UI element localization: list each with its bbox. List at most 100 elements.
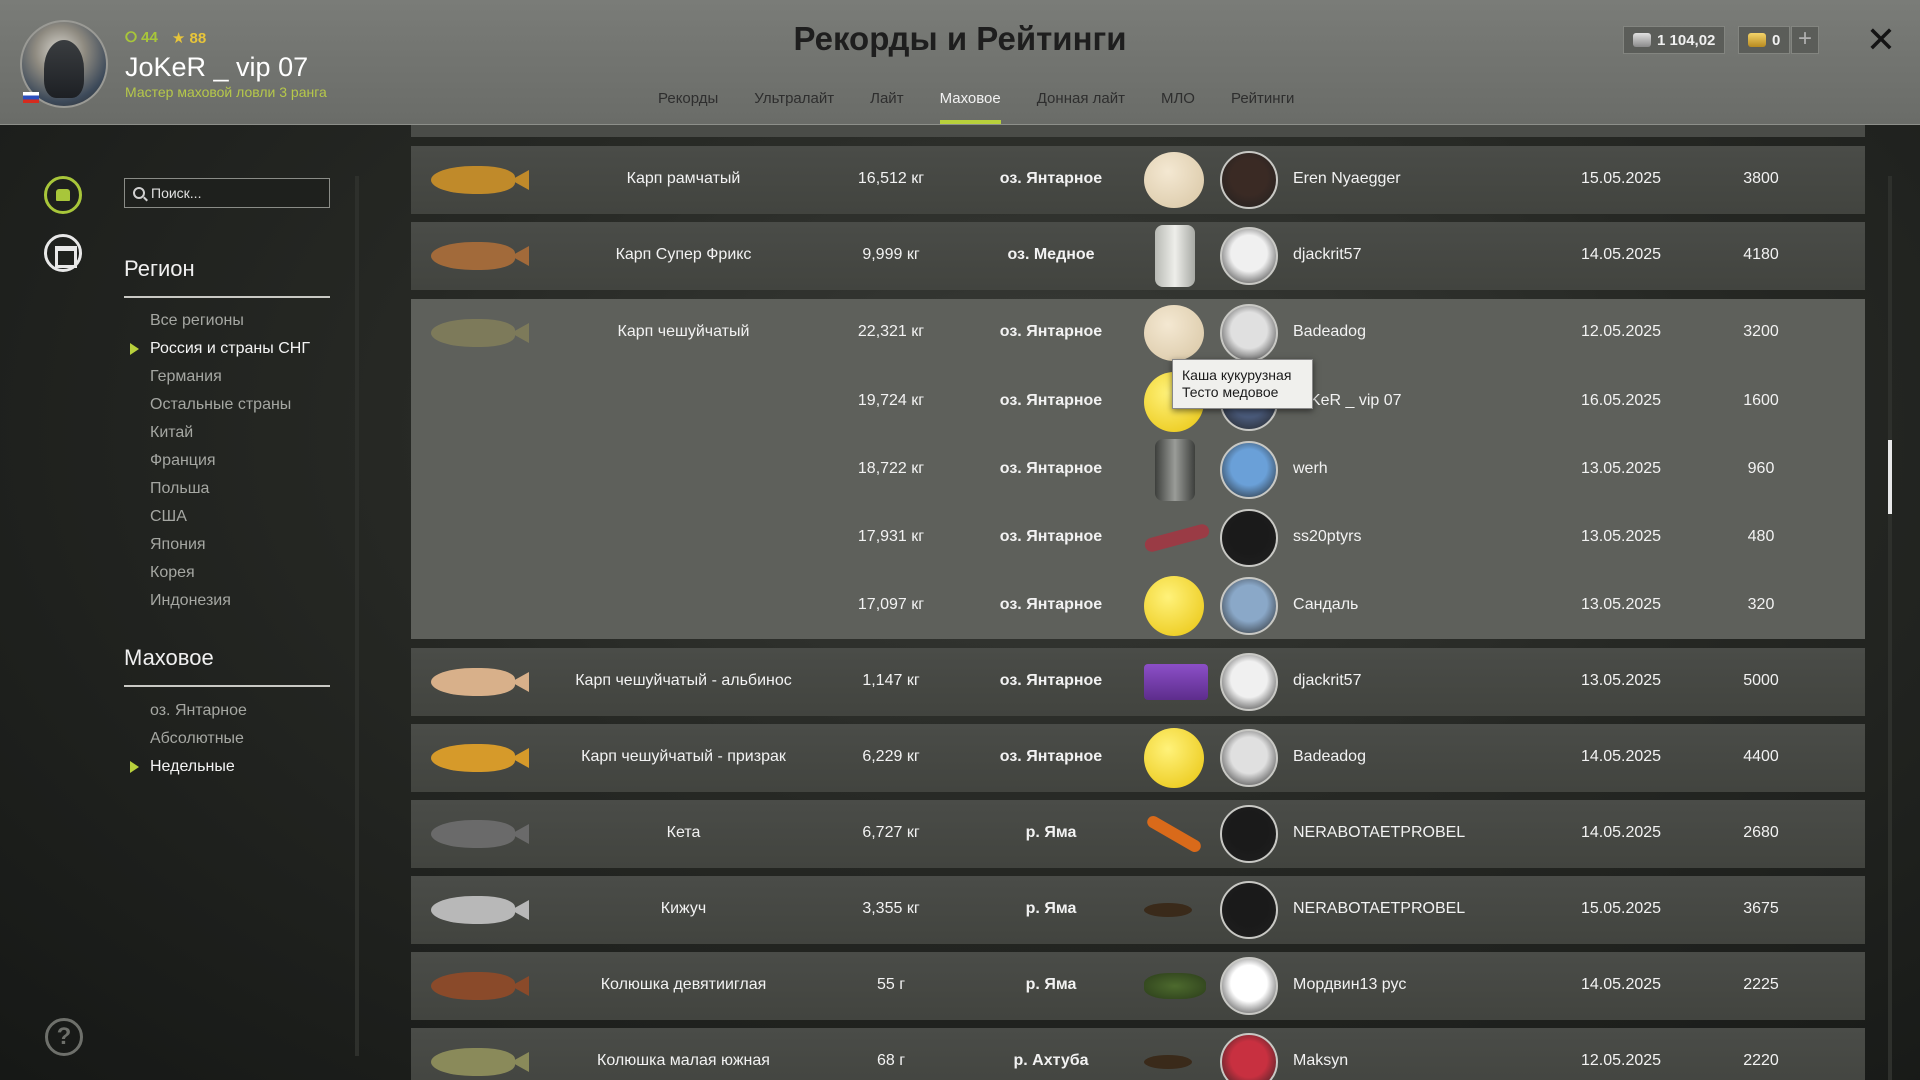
record-location: оз. Янтарное xyxy=(999,596,1103,613)
record-location: р. Яма xyxy=(1025,976,1077,993)
fish-image-icon xyxy=(431,668,529,696)
bait-icon[interactable] xyxy=(1144,903,1192,917)
russia-flag-icon xyxy=(23,92,39,103)
player-name: Maksyn xyxy=(1293,1052,1349,1069)
fish-weight: 6,727 кг xyxy=(862,824,920,841)
bait-icon[interactable] xyxy=(1144,1055,1192,1069)
fish-weight: 18,722 кг xyxy=(857,460,925,477)
silver-coin-icon xyxy=(1633,33,1651,47)
tab-ultralight[interactable]: Ультралайт xyxy=(736,88,852,124)
record-date: 14.05.2025 xyxy=(1580,246,1662,263)
fish-weight: 6,229 кг xyxy=(862,748,920,765)
record-location: оз. Янтарное xyxy=(999,672,1103,689)
fish-image-icon xyxy=(431,242,529,270)
filter-item-yantarnoe[interactable]: оз. Янтарное xyxy=(150,700,247,728)
region-item-indonesia[interactable]: Индонезия xyxy=(150,590,310,618)
scrollbar-thumb[interactable] xyxy=(1888,440,1892,514)
bait-icon[interactable] xyxy=(1144,576,1204,636)
filter-item-absolute[interactable]: Абсолютные xyxy=(150,728,247,756)
tab-records[interactable]: Рекорды xyxy=(640,88,736,124)
bait-icon[interactable] xyxy=(1155,225,1195,287)
player-avatar[interactable] xyxy=(1220,805,1278,863)
tab-float[interactable]: Маховое xyxy=(922,88,1019,124)
player-avatar[interactable] xyxy=(1220,577,1278,635)
tab-bottom-light[interactable]: Донная лайт xyxy=(1019,88,1143,124)
record-date: 16.05.2025 xyxy=(1580,392,1662,409)
tab-light[interactable]: Лайт xyxy=(852,88,921,124)
region-item-usa[interactable]: США xyxy=(150,506,310,534)
region-list: Все регионы Россия и страны СНГ Германия… xyxy=(130,310,310,618)
gold-coin-icon xyxy=(1748,33,1766,47)
search-field[interactable] xyxy=(124,178,330,208)
bait-icon[interactable] xyxy=(1144,664,1208,700)
fish-weight: 16,512 кг xyxy=(857,170,925,187)
region-item-poland[interactable]: Польша xyxy=(150,478,310,506)
fish-image-icon xyxy=(431,896,529,924)
bait-icon[interactable] xyxy=(1144,973,1206,999)
region-item-russia-cis[interactable]: Россия и страны СНГ xyxy=(130,338,310,366)
region-item-korea[interactable]: Корея xyxy=(150,562,310,590)
player-avatar[interactable] xyxy=(1220,653,1278,711)
rank-text: Мастер маховой ловли 3 ранга xyxy=(125,84,327,100)
player-name: Badeadog xyxy=(1293,748,1366,765)
sidebar-scrollbar[interactable] xyxy=(355,176,359,1056)
category-tabs: Рекорды Ультралайт Лайт Маховое Донная л… xyxy=(640,88,1312,124)
fish-weight: 1,147 кг xyxy=(862,672,920,689)
silver-balance: 1 104,02 xyxy=(1623,26,1726,54)
region-heading: Регион xyxy=(124,256,330,298)
help-icon[interactable]: ? xyxy=(45,1018,83,1056)
archive-icon[interactable] xyxy=(44,234,82,272)
fish-weight: 3,355 кг xyxy=(862,900,920,917)
table-scrollbar[interactable] xyxy=(1888,176,1892,1080)
record-date: 15.05.2025 xyxy=(1580,900,1662,917)
fish-weight: 68 г xyxy=(876,1052,906,1069)
record-points: 960 xyxy=(1747,460,1775,477)
fish-name: Карп чешуйчатый - призрак xyxy=(581,748,786,765)
bait-icon[interactable] xyxy=(1144,152,1204,208)
method-heading: Маховое xyxy=(124,645,330,687)
fish-image-icon xyxy=(431,1048,529,1076)
add-currency-button[interactable]: + xyxy=(1791,26,1819,54)
record-points: 3800 xyxy=(1743,170,1779,187)
tab-ratings[interactable]: Рейтинги xyxy=(1213,88,1312,124)
region-item-japan[interactable]: Япония xyxy=(150,534,310,562)
tab-mlo[interactable]: МЛО xyxy=(1143,88,1213,124)
record-date: 12.05.2025 xyxy=(1580,323,1662,340)
period-list: оз. Янтарное Абсолютные Недельные xyxy=(130,700,247,784)
region-item-all[interactable]: Все регионы xyxy=(150,310,310,338)
fish-name: Колюшка девятииглая xyxy=(600,976,767,993)
player-avatar[interactable] xyxy=(1220,227,1278,285)
tooltip-line: Каша кукурузная xyxy=(1182,367,1292,383)
region-item-france[interactable]: Франция xyxy=(150,450,310,478)
bait-tooltip: Каша кукурузная Тесто медовое xyxy=(1172,359,1313,409)
player-avatar[interactable] xyxy=(1220,729,1278,787)
bait-icon[interactable] xyxy=(1144,305,1204,361)
friends-icon[interactable] xyxy=(44,176,82,214)
region-item-other[interactable]: Остальные страны xyxy=(150,394,310,422)
player-avatar[interactable] xyxy=(1220,151,1278,209)
player-avatar[interactable] xyxy=(1220,881,1278,939)
record-location: р. Ахтуба xyxy=(1013,1052,1089,1069)
records-table: Карп рамчатый 16,512 кг оз. Янтарное Eren N… xyxy=(411,125,1865,1080)
record-points: 2680 xyxy=(1743,824,1779,841)
bait-icon[interactable] xyxy=(1155,439,1195,501)
player-avatar[interactable] xyxy=(1220,441,1278,499)
top-bar: ⭘ 44 ★ 88 JoKeR _ vip 07 Мастер маховой … xyxy=(0,0,1920,125)
close-button[interactable]: ✕ xyxy=(1864,20,1898,60)
player-name: NERABOTAETPROBEL xyxy=(1293,900,1466,917)
player-avatar[interactable] xyxy=(1220,509,1278,567)
search-input[interactable] xyxy=(151,185,321,201)
bait-icon[interactable] xyxy=(1144,728,1204,788)
fish-image-icon xyxy=(431,744,529,772)
record-points: 320 xyxy=(1747,596,1775,613)
region-item-china[interactable]: Китай xyxy=(150,422,310,450)
fish-weight: 19,724 кг xyxy=(857,392,925,409)
region-item-germany[interactable]: Германия xyxy=(150,366,310,394)
record-date: 14.05.2025 xyxy=(1580,976,1662,993)
record-location: оз. Янтарное xyxy=(999,392,1103,409)
player-avatar[interactable] xyxy=(1220,304,1278,362)
filter-item-weekly[interactable]: Недельные xyxy=(130,756,247,784)
fish-name: Кижуч xyxy=(660,900,707,917)
player-avatar[interactable] xyxy=(1220,957,1278,1015)
fish-name: Колюшка малая южная xyxy=(597,1052,770,1069)
